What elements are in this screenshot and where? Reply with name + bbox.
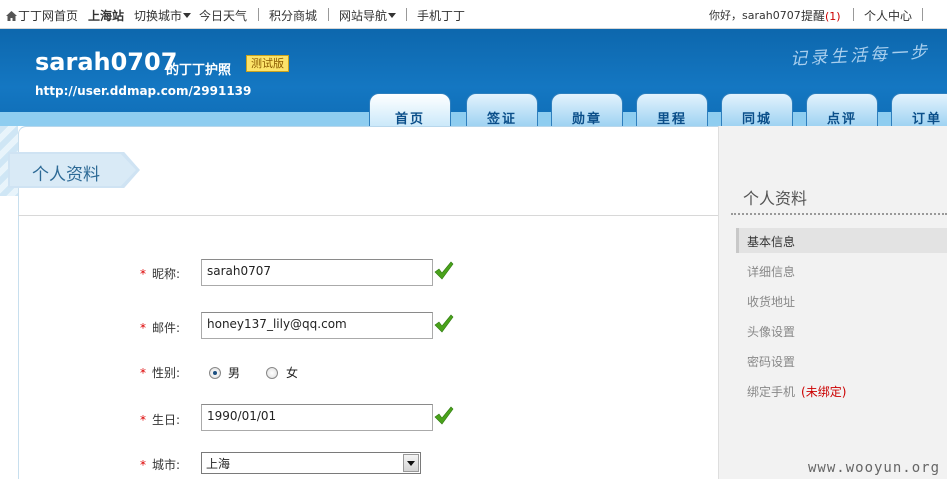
city-label-text: 城市: [152,458,181,472]
nickname-label-text: 昵称: [152,267,181,281]
user-url[interactable]: http://user.ddmap.com/2991139 [35,84,251,98]
chevron-down-icon [183,13,192,18]
check-icon [434,314,454,333]
nickname-input[interactable]: sarah0707 [201,259,433,286]
site-nav-label: 网站导航 [339,9,388,23]
tab-local[interactable]: 同城 [721,93,793,126]
divider [853,8,854,21]
tab-medals[interactable]: 勋章 [551,93,623,126]
watermark: www.wooyun.org [808,460,941,476]
home-link-label: 丁丁网首页 [18,9,79,23]
gender-male-label: 男 [228,366,241,380]
required-marker: * [140,366,146,380]
city-select[interactable]: 上海 [201,452,421,474]
current-city: 上海站 [88,9,125,23]
divider [406,8,407,21]
chevron-down-icon [388,13,397,18]
gender-label: * 性别: [140,364,180,381]
user-greeting: 你好，sarah0707 [709,9,801,22]
tab-visa[interactable]: 签证 [466,93,538,126]
home-link[interactable]: 丁丁网首页 [6,7,78,24]
profile-header: sarah0707 的丁丁护照 测试版 http://user.ddmap.co… [0,29,947,126]
sidebar-item-details[interactable]: 详细信息 [747,263,795,280]
check-icon [434,261,454,280]
home-icon [6,11,17,21]
points-mall-link[interactable]: 积分商城 [269,7,317,24]
header-username: sarah0707 [35,48,178,76]
city-label: * 城市: [140,456,180,473]
nickname-label: * 昵称: [140,265,180,282]
divider [731,213,947,215]
gender-female-radio[interactable] [266,367,278,379]
birthday-input[interactable]: 1990/01/01 [201,404,433,431]
gender-female-label: 女 [286,366,299,380]
required-marker: * [140,458,146,472]
tab-home[interactable]: 首页 [369,93,451,126]
email-input[interactable]: honey137_lily@qq.com [201,312,433,339]
tab-orders[interactable]: 订单 [891,93,947,126]
chevron-down-icon[interactable] [403,454,419,472]
gender-male-radio[interactable] [209,367,221,379]
sidebar-item-bind-phone-label: 绑定手机 [747,385,796,399]
remind-count: (1) [825,10,841,23]
mobile-link[interactable]: 手机丁丁 [417,7,465,24]
tab-mileage[interactable]: 里程 [636,93,708,126]
personal-center-link[interactable]: 个人中心 [864,7,912,24]
sidebar-item-address[interactable]: 收货地址 [747,293,795,310]
site-nav-dropdown[interactable]: 网站导航 [339,7,397,24]
switch-city-label: 切换城市 [134,9,183,23]
remind-label: 提醒 [801,9,826,23]
sidebar-item-basic-info[interactable]: 基本信息 [747,233,795,250]
divider [258,8,259,21]
page-title: 个人资料 [32,165,100,185]
tab-reviews[interactable]: 点评 [806,93,878,126]
sidebar-item-bind-phone[interactable]: 绑定手机 (未绑定) [747,383,846,400]
divider [922,8,923,21]
beta-badge: 测试版 [246,55,289,72]
weather-link[interactable]: 今日天气 [199,7,247,24]
top-nav-bar: 丁丁网首页 上海站 切换城市 今日天气 积分商城 网站导航 手机丁丁 你好，sa… [0,0,947,29]
check-icon [434,406,454,425]
header-passport-label: 的丁丁护照 [166,63,232,78]
email-label-text: 邮件: [152,321,181,335]
required-marker: * [140,413,146,427]
gender-label-text: 性别: [152,366,181,380]
unbound-status: (未绑定) [801,385,847,399]
header-slogan: 记录生活每一步 [789,42,931,70]
birthday-label: * 生日: [140,411,180,428]
remind-link[interactable]: 提醒(1) [801,7,841,24]
sidebar-title: 个人资料 [743,189,808,208]
divider [18,215,718,216]
required-marker: * [140,267,146,281]
divider [328,8,329,21]
birthday-label-text: 生日: [152,413,181,427]
sidebar-item-password[interactable]: 密码设置 [747,353,795,370]
email-label: * 邮件: [140,319,180,336]
city-select-value: 上海 [206,457,231,471]
required-marker: * [140,321,146,335]
switch-city-dropdown[interactable]: 切换城市 [134,7,192,24]
sidebar-item-avatar[interactable]: 头像设置 [747,323,795,340]
